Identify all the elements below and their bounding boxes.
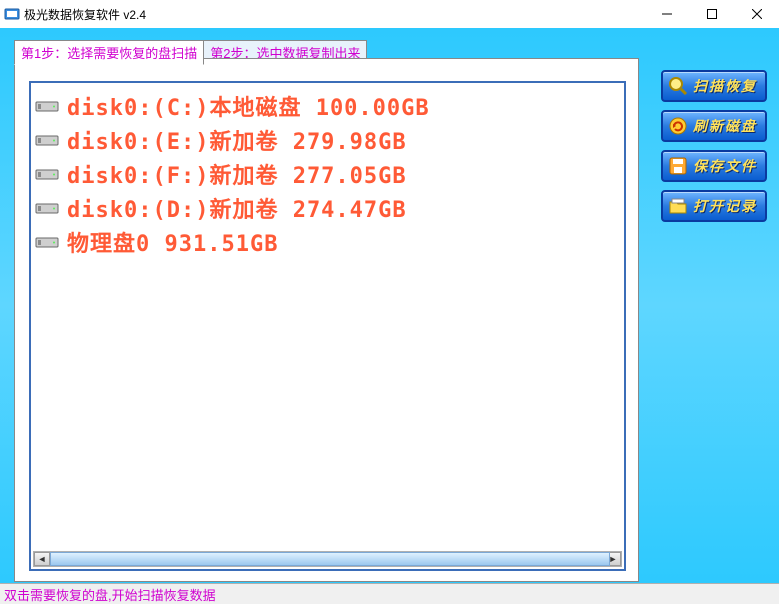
minimize-button[interactable] <box>644 0 689 28</box>
disk-item[interactable]: disk0:(D:)新加卷 274.47GB <box>35 191 620 225</box>
disk-icon <box>35 98 59 114</box>
horizontal-scrollbar[interactable]: ◄ ► <box>33 551 622 567</box>
disk-icon <box>35 166 59 182</box>
tab-step1[interactable]: 第1步：选择需要恢复的盘扫描 <box>14 40 204 65</box>
disk-item[interactable]: disk0:(E:)新加卷 279.98GB <box>35 123 620 157</box>
maximize-button[interactable] <box>689 0 734 28</box>
app-icon <box>4 6 20 22</box>
scroll-thumb[interactable] <box>50 552 610 566</box>
folder-open-icon <box>667 195 689 217</box>
scroll-track[interactable] <box>50 552 605 566</box>
disk-item[interactable]: disk0:(C:)本地磁盘 100.00GB <box>35 89 620 123</box>
button-label: 保存文件 <box>693 156 757 176</box>
window-title: 极光数据恢复软件 v2.4 <box>24 6 146 23</box>
main-panel: disk0:(C:)本地磁盘 100.00GB disk0:(E:)新加卷 27… <box>14 58 639 582</box>
button-label: 扫描恢复 <box>693 76 757 96</box>
disk-label: disk0:(E:)新加卷 279.98GB <box>67 124 407 156</box>
disk-icon <box>35 132 59 148</box>
button-label: 打开记录 <box>693 196 757 216</box>
scan-recover-button[interactable]: 扫描恢复 <box>661 70 767 102</box>
button-label: 刷新磁盘 <box>693 116 757 136</box>
close-button[interactable] <box>734 0 779 28</box>
disk-items: disk0:(C:)本地磁盘 100.00GB disk0:(E:)新加卷 27… <box>31 83 624 265</box>
disk-label: 物理盘0 931.51GB <box>67 226 278 258</box>
disk-label: disk0:(F:)新加卷 277.05GB <box>67 158 407 190</box>
save-file-button[interactable]: 保存文件 <box>661 150 767 182</box>
titlebar: 极光数据恢复软件 v2.4 <box>0 0 779 28</box>
refresh-icon <box>667 115 689 137</box>
client-area: 第1步：选择需要恢复的盘扫描 第2步：选中数据复制出来 disk0:(C:)本地… <box>0 28 779 583</box>
search-icon <box>667 75 689 97</box>
disk-label: disk0:(C:)本地磁盘 100.00GB <box>67 90 430 122</box>
disk-item[interactable]: disk0:(F:)新加卷 277.05GB <box>35 157 620 191</box>
scroll-left-button[interactable]: ◄ <box>34 552 50 566</box>
window-controls <box>644 0 779 28</box>
side-buttons: 扫描恢复 刷新磁盘 保存文件 打开记录 <box>661 70 767 222</box>
status-text: 双击需要恢复的盘,开始扫描恢复数据 <box>4 585 216 604</box>
disk-item[interactable]: 物理盘0 931.51GB <box>35 225 620 259</box>
status-bar: 双击需要恢复的盘,开始扫描恢复数据 <box>0 583 779 604</box>
disk-icon <box>35 200 59 216</box>
save-icon <box>667 155 689 177</box>
open-record-button[interactable]: 打开记录 <box>661 190 767 222</box>
disk-icon <box>35 234 59 250</box>
refresh-disks-button[interactable]: 刷新磁盘 <box>661 110 767 142</box>
disk-label: disk0:(D:)新加卷 274.47GB <box>67 192 407 224</box>
disk-list: disk0:(C:)本地磁盘 100.00GB disk0:(E:)新加卷 27… <box>29 81 626 571</box>
